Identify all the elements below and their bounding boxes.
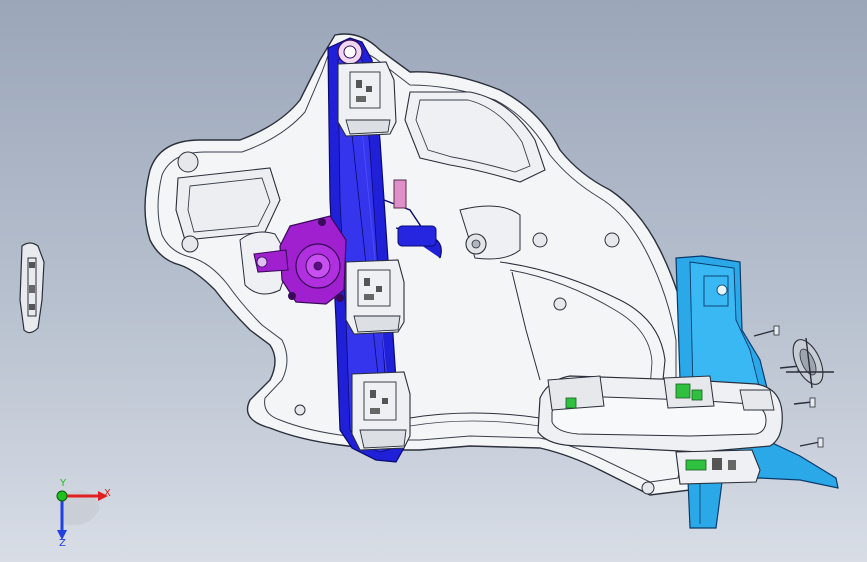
z-axis-label: Z: [59, 538, 66, 549]
x-axis-label: X: [104, 488, 111, 499]
cad-3d-viewport[interactable]: X Y Z: [0, 0, 867, 562]
y-axis-label: Y: [59, 478, 67, 489]
y-axis-dot: [56, 490, 68, 502]
axis-triad-icon: X Y Z: [56, 478, 111, 549]
